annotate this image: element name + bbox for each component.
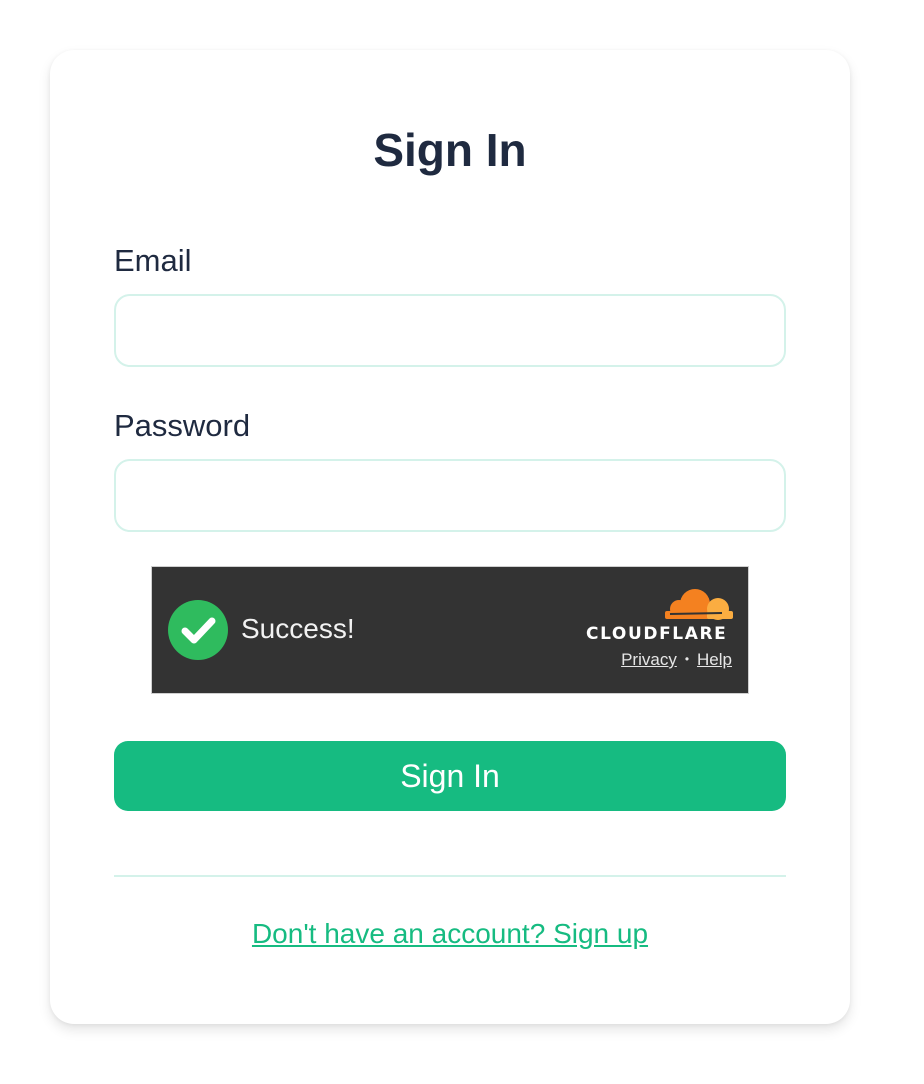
cloudflare-cloud-icon (665, 589, 733, 620)
checkmark-circle-icon (168, 600, 228, 660)
cloudflare-logo: CLOUDFLARE (586, 587, 736, 647)
password-field[interactable] (114, 459, 786, 532)
captcha-widget: Success! CLOUDFLARE Privacy • Help (151, 566, 749, 694)
email-field[interactable] (114, 294, 786, 367)
signup-link[interactable]: Don't have an account? Sign up (252, 918, 648, 949)
captcha-links: Privacy • Help (621, 649, 732, 670)
sign-in-card: Sign In Email Password Success! CLOUDFLA… (50, 50, 850, 1024)
link-separator: • (684, 652, 690, 666)
password-label: Password (114, 408, 251, 443)
privacy-link[interactable]: Privacy (621, 650, 677, 669)
cloudflare-wordmark: CLOUDFLARE (586, 624, 728, 644)
sign-in-button[interactable]: Sign In (114, 741, 786, 811)
captcha-status: Success! (241, 613, 355, 644)
page-title: Sign In (373, 124, 527, 176)
signup-link-container: Don't have an account? Sign up (50, 917, 850, 951)
email-label: Email (114, 243, 192, 278)
divider (114, 875, 786, 877)
help-link[interactable]: Help (697, 650, 732, 669)
